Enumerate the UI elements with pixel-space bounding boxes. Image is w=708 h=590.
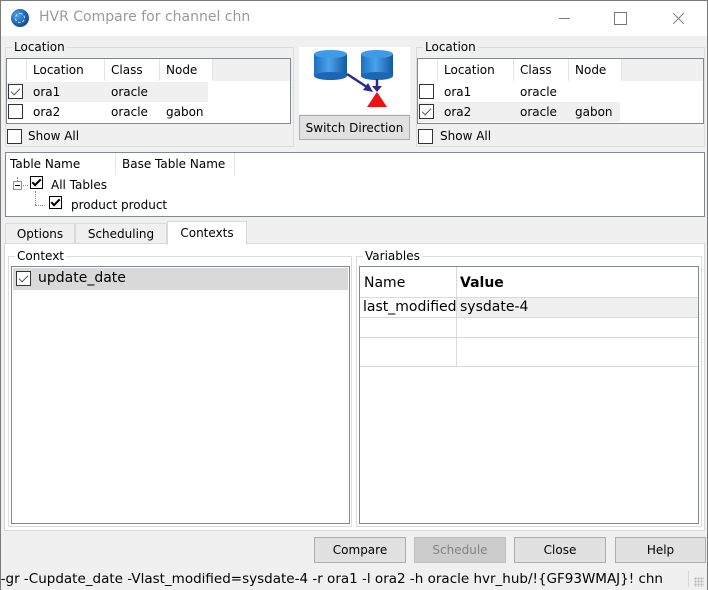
list-item[interactable]: update_date — [13, 268, 348, 290]
location-name: ora2 — [33, 105, 61, 119]
header-filler — [213, 59, 290, 81]
location-class: oracle — [520, 105, 557, 119]
target-location-list[interactable]: Location Class Node ora1 oracle ora2 ora… — [417, 58, 704, 124]
context-group-label: Context — [15, 249, 67, 263]
column-header-location[interactable]: Location — [438, 59, 514, 81]
table-row[interactable]: last_modified sysdate-4 — [360, 298, 698, 318]
source-database-icon — [314, 50, 347, 80]
column-header-table-name[interactable]: Table Name — [6, 153, 116, 175]
location-node: gabon — [166, 105, 204, 119]
list-item[interactable]: ora1 oracle — [7, 82, 208, 102]
column-header-class[interactable]: Class — [514, 59, 569, 81]
minimize-button[interactable] — [541, 1, 587, 36]
tree-item-all-tables[interactable]: All Tables — [51, 178, 107, 192]
table-row[interactable] — [360, 338, 698, 358]
target-show-all-checkbox[interactable] — [418, 129, 433, 144]
tree-connector — [23, 185, 28, 186]
status-separator — [688, 571, 689, 587]
hvr-globe-icon — [11, 9, 29, 27]
context-name: update_date — [38, 270, 126, 286]
list-header: Location Class Node — [7, 59, 213, 81]
location-checkbox[interactable] — [419, 84, 434, 99]
resize-grip-icon[interactable] — [694, 577, 704, 587]
column-header-node[interactable]: Node — [160, 59, 213, 81]
column-header-node[interactable]: Node — [569, 59, 622, 81]
tree-header: Table Name Base Table Name — [6, 153, 235, 175]
column-header-base-table-name[interactable]: Base Table Name — [116, 153, 235, 175]
all-tables-checkbox[interactable] — [30, 176, 43, 189]
maximize-button[interactable] — [597, 1, 643, 36]
column-header-value: Value — [460, 275, 504, 291]
location-node: gabon — [575, 105, 613, 119]
tree-connector — [35, 205, 45, 206]
list-item[interactable]: ora1 oracle — [418, 82, 620, 102]
variables-group-label: Variables — [363, 249, 422, 263]
variables-grid[interactable]: Name Value last_modified sysdate-4 — [359, 266, 699, 524]
column-header-location[interactable]: Location — [27, 59, 105, 81]
location-checkbox[interactable] — [8, 84, 23, 99]
variable-value[interactable]: sysdate-4 — [460, 299, 528, 315]
location-node — [160, 82, 208, 102]
contexts-tab-page: Context update_date Variables Name Value… — [4, 243, 705, 531]
source-location-label: Location — [12, 40, 67, 54]
location-node — [569, 82, 620, 102]
location-name: ora1 — [444, 85, 472, 99]
location-name: ora2 — [444, 105, 472, 119]
target-show-all-label[interactable]: Show All — [440, 129, 491, 143]
source-show-all-label[interactable]: Show All — [28, 129, 79, 143]
target-database-icon — [361, 50, 393, 80]
tab-scheduling[interactable]: Scheduling — [75, 223, 167, 244]
compare-button[interactable]: Compare — [314, 537, 406, 563]
status-bar: pare -gr -Cupdate_date -Vlast_modified=s… — [1, 568, 707, 590]
column-header-name: Name — [364, 275, 406, 291]
list-item[interactable]: ora2 oracle gabon — [418, 102, 620, 122]
header-filler — [622, 59, 703, 81]
list-header: Location Class Node — [418, 59, 622, 81]
context-checkbox[interactable] — [16, 271, 31, 286]
tab-options[interactable]: Options — [5, 223, 75, 244]
location-class: oracle — [111, 105, 148, 119]
location-checkbox[interactable] — [8, 104, 23, 119]
close-button[interactable]: Close — [514, 537, 606, 563]
tree-connector — [35, 191, 36, 205]
column-header-class[interactable]: Class — [105, 59, 160, 81]
source-show-all-checkbox[interactable] — [7, 129, 22, 144]
window-title: HVR Compare for channel chn — [39, 9, 251, 25]
table-row[interactable] — [360, 318, 698, 338]
tree-connector — [17, 177, 18, 181]
checkbox-column-header — [7, 59, 27, 81]
schedule-button: Schedule — [414, 537, 506, 563]
context-list[interactable]: update_date — [11, 266, 350, 524]
location-class: oracle — [111, 85, 148, 99]
location-name: ora1 — [33, 85, 61, 99]
help-button[interactable]: Help — [615, 537, 706, 563]
checkbox-column-header — [418, 59, 438, 81]
location-class: oracle — [520, 85, 557, 99]
switch-direction-button[interactable]: Switch Direction — [299, 115, 410, 140]
hvr-compare-window: HVR Compare for channel chn Location Loc… — [0, 0, 708, 590]
close-window-button[interactable] — [655, 1, 701, 36]
command-line-text: pare -gr -Cupdate_date -Vlast_modified=s… — [1, 571, 663, 587]
source-location-list[interactable]: Location Class Node ora1 oracle ora2 ora… — [6, 58, 291, 124]
tree-item-product[interactable]: product product — [71, 198, 167, 212]
tables-tree[interactable]: Table Name Base Table Name All Tables pr… — [5, 152, 705, 217]
location-checkbox[interactable] — [419, 104, 434, 119]
target-location-label: Location — [423, 40, 478, 54]
variable-name[interactable]: last_modified — [363, 299, 457, 315]
tab-contexts[interactable]: Contexts — [167, 221, 247, 245]
list-item[interactable]: ora2 oracle gabon — [7, 102, 208, 122]
databases-to-target-icon — [299, 47, 410, 114]
title-bar: HVR Compare for channel chn — [1, 1, 707, 36]
collapse-icon[interactable] — [13, 181, 22, 190]
product-table-checkbox[interactable] — [49, 196, 62, 209]
